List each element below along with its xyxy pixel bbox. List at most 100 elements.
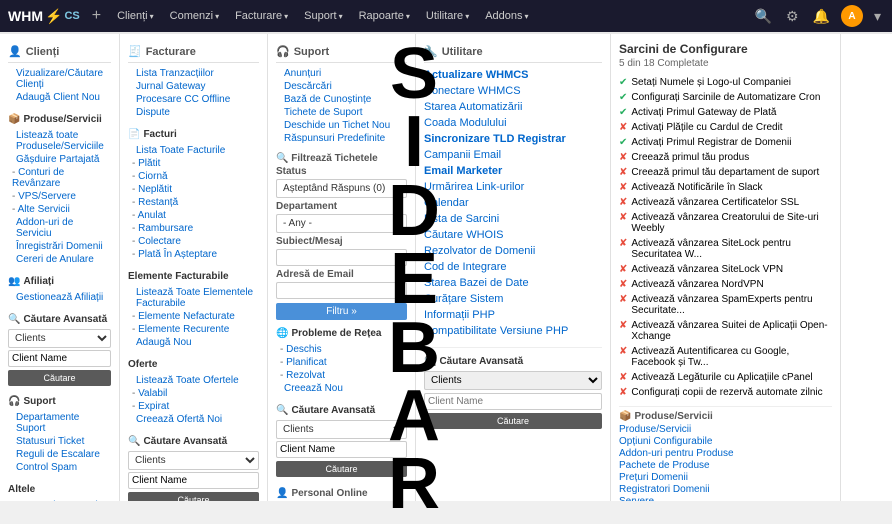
neplatit-link[interactable]: Neplătit xyxy=(128,183,259,196)
lista-toate-facturile-link[interactable]: Lista Toate Facturile xyxy=(128,144,259,157)
curatare-sistem-link[interactable]: Curățare Sistem xyxy=(424,291,602,307)
campanii-email-link[interactable]: Campanii Email xyxy=(424,147,602,163)
nav-comenzi[interactable]: Comenzi ▾ xyxy=(164,0,225,32)
statusuri-ticket-link[interactable]: Statusuri Ticket xyxy=(8,435,111,448)
restanta-link[interactable]: Restanță xyxy=(128,196,259,209)
recurente-link[interactable]: Elemente Recurente xyxy=(128,323,259,336)
utilitare-search-button[interactable]: Căutare xyxy=(424,413,602,429)
departamente-link[interactable]: Departamente Suport xyxy=(8,411,111,435)
subject-input[interactable] xyxy=(276,249,407,266)
nav-clienti[interactable]: Clienți ▾ xyxy=(111,0,160,32)
logo[interactable]: WHM⚡CS xyxy=(8,8,80,25)
dispute-link[interactable]: Dispute xyxy=(128,106,259,119)
nav-facturare[interactable]: Facturare ▾ xyxy=(229,0,294,32)
gazduire-link[interactable]: Gășduire Partajată xyxy=(8,153,111,166)
urmarirea-link-urilor-link[interactable]: Urmărirea Link-urilor xyxy=(424,179,602,195)
cautare-whois-link[interactable]: Căutare WHOIS xyxy=(424,227,602,243)
gear-icon[interactable]: ⚙ xyxy=(783,8,802,25)
utilitare-name-input[interactable] xyxy=(424,393,602,410)
reguli-escalare-link[interactable]: Reguli de Escalare xyxy=(8,448,111,461)
addon-produse-link[interactable]: Addon-uri pentru Produse xyxy=(619,448,832,459)
ciorna-link[interactable]: Ciornă xyxy=(128,170,259,183)
facturare-name-input[interactable] xyxy=(128,472,259,489)
suport-search-button[interactable]: Căutare xyxy=(276,461,407,477)
nefacturate-link[interactable]: Elemente Nefacturate xyxy=(128,310,259,323)
chevron-down-icon[interactable]: ▾ xyxy=(871,8,884,25)
search-icon[interactable]: 🔍 xyxy=(752,8,775,25)
compatibilitate-php-link[interactable]: Compatibilitate Versiune PHP xyxy=(424,323,602,339)
facturare-type-select[interactable]: Clients xyxy=(128,451,259,470)
preturi-domenii-link[interactable]: Prețuri Domenii xyxy=(619,472,832,483)
creeaza-oferta-link[interactable]: Creează Ofertă Noi xyxy=(128,413,259,426)
valabil-link[interactable]: Valabil xyxy=(128,387,259,400)
rezolvat-link[interactable]: Rezolvat xyxy=(276,369,407,382)
jurnal-gateway-link[interactable]: Jurnal Gateway xyxy=(128,80,259,93)
starea-automatizarii-link[interactable]: Starea Automatizării xyxy=(424,99,602,115)
department-select[interactable]: - Any - xyxy=(276,214,407,233)
add-button[interactable]: + xyxy=(92,7,101,25)
anunturi-link[interactable]: Anunțuri xyxy=(276,67,407,80)
clienti-name-input[interactable] xyxy=(8,350,111,367)
sincronizare-tld-link[interactable]: Sincronizare TLD Registrar xyxy=(424,131,602,147)
platit-link[interactable]: Plătit xyxy=(128,157,259,170)
nav-addons[interactable]: Addons ▾ xyxy=(479,0,534,32)
lista-tranzactii-link[interactable]: Lista Tranzacțiilor xyxy=(128,67,259,80)
creeaza-nou-link[interactable]: Creează Nou xyxy=(276,382,407,395)
addon-serviciu-link[interactable]: Addon-uri de Serviciu xyxy=(8,216,111,240)
avatar[interactable]: A xyxy=(841,5,863,27)
colectare-link[interactable]: Colectare xyxy=(128,235,259,248)
nav-utilitare[interactable]: Utilitare ▾ xyxy=(420,0,475,32)
informatii-php-link[interactable]: Informații PHP xyxy=(424,307,602,323)
adauga-nou-link[interactable]: Adaugă Nou xyxy=(128,336,259,349)
registratori-domenii-link[interactable]: Registratori Domenii xyxy=(619,484,832,495)
email-marketer-link[interactable]: Email Marketer xyxy=(424,163,602,179)
control-spam-link[interactable]: Control Spam xyxy=(8,461,111,474)
planificat-link[interactable]: Planificat xyxy=(276,356,407,369)
coada-modulului-link[interactable]: Coada Modulului xyxy=(424,115,602,131)
descarcari-link[interactable]: Descărcări xyxy=(276,80,407,93)
tichete-suport-link[interactable]: Tichete de Suport xyxy=(276,106,407,119)
nav-suport[interactable]: Suport ▾ xyxy=(298,0,348,32)
actualizare-whmcs-link[interactable]: Actualizare WHMCS xyxy=(424,67,602,83)
conectare-whmcs-link[interactable]: Conectare WHMCS xyxy=(424,83,602,99)
cereri-anulare-link[interactable]: Cereri de Anulare xyxy=(8,253,111,266)
servere-link[interactable]: Servere xyxy=(619,496,832,501)
gestioneaza-afiliati-link[interactable]: Gestionează Afiliații xyxy=(8,291,111,304)
suport-name-input[interactable] xyxy=(276,441,407,458)
listezi-elemente-link[interactable]: Listează Toate Elementele Facturabile xyxy=(128,286,259,310)
deschide-tichet-link[interactable]: Deschide un Tichet Nou xyxy=(276,119,407,132)
vps-link[interactable]: VPS/Servere xyxy=(8,190,111,203)
raspunsuri-predefinite-link[interactable]: Răspunsuri Predefinite xyxy=(276,132,407,145)
anulat-link[interactable]: Anulat xyxy=(128,209,259,222)
conturi-revanzare-link[interactable]: Conturi de Revânzare xyxy=(8,166,111,190)
starea-bazei-link[interactable]: Starea Bazei de Date xyxy=(424,275,602,291)
optiuni-configurabile-link[interactable]: Opțiuni Configurabile xyxy=(619,436,832,447)
listezi-oferte-link[interactable]: Listează Toate Ofertele xyxy=(128,374,259,387)
email-input[interactable] xyxy=(276,282,407,299)
listezi-produse-link[interactable]: Listează toate Produsele/Serviciile xyxy=(8,129,111,153)
facturare-search-button[interactable]: Căutare xyxy=(128,492,259,501)
inregistrari-link[interactable]: Înregistrări Domenii xyxy=(8,240,111,253)
rambursare-link[interactable]: Rambursare xyxy=(128,222,259,235)
status-select[interactable]: Așteptând Răspuns (0) xyxy=(276,179,407,198)
bell-icon[interactable]: 🔔 xyxy=(810,8,833,25)
expirat-link[interactable]: Expirat xyxy=(128,400,259,413)
alte-servicii-link[interactable]: Alte Servicii xyxy=(8,203,111,216)
suport-type-select[interactable]: Clients xyxy=(276,420,407,439)
produse-servicii-link[interactable]: Produse/Servicii xyxy=(619,424,832,435)
clienti-search-button[interactable]: Căutare xyxy=(8,370,111,386)
filtru-button[interactable]: Filtru » xyxy=(276,303,407,320)
plata-asteptare-link[interactable]: Plată În Așteptare xyxy=(128,248,259,261)
calendar-link[interactable]: Calendar xyxy=(424,195,602,211)
clienti-type-select[interactable]: Clients xyxy=(8,329,111,348)
clienti-vizualizare-link[interactable]: Vizualizare/Căutare Clienți xyxy=(8,67,111,91)
nav-rapoarte[interactable]: Rapoarte ▾ xyxy=(353,0,416,32)
rezolvator-domenii-link[interactable]: Rezolvator de Domenii xyxy=(424,243,602,259)
procesare-cc-link[interactable]: Procesare CC Offline xyxy=(128,93,259,106)
cod-integrare-link[interactable]: Cod de Integrare xyxy=(424,259,602,275)
clienti-adauga-link[interactable]: Adaugă Client Nou xyxy=(8,91,111,104)
lista-sarcini-link[interactable]: Lista de Sarcini xyxy=(424,211,602,227)
pachete-produse-link[interactable]: Pachete de Produse xyxy=(619,460,832,471)
deschis-link[interactable]: Deschis xyxy=(276,343,407,356)
baza-cunostinte-link[interactable]: Bază de Cunoștințe xyxy=(276,93,407,106)
